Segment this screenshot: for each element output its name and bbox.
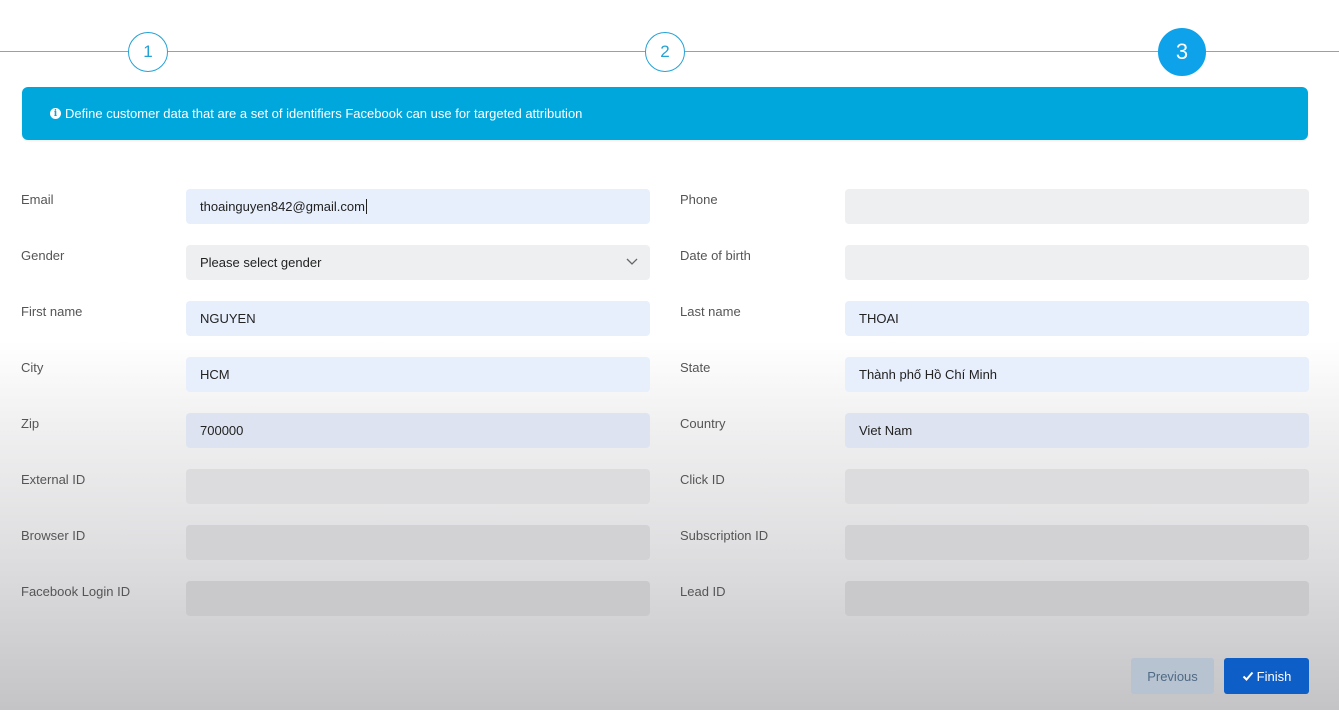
facebook-login-id-field[interactable] bbox=[186, 581, 650, 616]
previous-button[interactable]: Previous bbox=[1131, 658, 1214, 694]
state-label: State bbox=[680, 360, 711, 375]
zip-value: 700000 bbox=[200, 423, 244, 438]
email-value: thoainguyen842@gmail.com bbox=[200, 199, 365, 214]
step-1[interactable]: 1 bbox=[128, 32, 168, 72]
email-field[interactable]: thoainguyen842@gmail.com bbox=[186, 189, 650, 224]
subscription-id-field[interactable] bbox=[845, 525, 1309, 560]
finish-button-label: Finish bbox=[1256, 668, 1292, 684]
wizard-stepper: 1 2 3 bbox=[0, 0, 1339, 80]
city-label: City bbox=[21, 360, 44, 375]
click-id-label: Click ID bbox=[680, 472, 725, 487]
lead-id-field[interactable] bbox=[845, 581, 1309, 616]
external-id-field[interactable] bbox=[186, 469, 650, 504]
last-name-value: THOAI bbox=[859, 311, 899, 326]
step-2[interactable]: 2 bbox=[645, 32, 685, 72]
facebook-login-id-label: Facebook Login ID bbox=[21, 584, 131, 599]
gender-label: Gender bbox=[21, 248, 65, 263]
first-name-value: NGUYEN bbox=[200, 311, 256, 326]
state-field[interactable]: Thành phố Hồ Chí Minh bbox=[845, 357, 1309, 392]
previous-button-label: Previous bbox=[1147, 668, 1198, 684]
check-icon bbox=[1242, 671, 1253, 681]
info-circle-icon: i bbox=[50, 108, 61, 119]
email-label: Email bbox=[21, 192, 54, 207]
first-name-label: First name bbox=[21, 304, 83, 319]
date-of-birth-label: Date of birth bbox=[680, 248, 751, 263]
alert-text: Define customer data that are a set of i… bbox=[65, 106, 583, 121]
click-id-field[interactable] bbox=[845, 469, 1309, 504]
text-cursor bbox=[365, 199, 367, 214]
zip-label: Zip bbox=[21, 416, 40, 431]
country-field[interactable]: Viet Nam bbox=[845, 413, 1309, 448]
phone-label: Phone bbox=[680, 192, 718, 207]
zip-field[interactable]: 700000 bbox=[186, 413, 650, 448]
last-name-field[interactable]: THOAI bbox=[845, 301, 1309, 336]
city-value: HCM bbox=[200, 367, 230, 382]
subscription-id-label: Subscription ID bbox=[680, 528, 769, 543]
city-field[interactable]: HCM bbox=[186, 357, 650, 392]
country-value: Viet Nam bbox=[859, 423, 913, 438]
state-value: Thành phố Hồ Chí Minh bbox=[859, 367, 998, 382]
gender-select[interactable]: Please select gender bbox=[186, 245, 650, 280]
date-of-birth-field[interactable] bbox=[845, 245, 1309, 280]
country-label: Country bbox=[680, 416, 726, 431]
phone-field[interactable] bbox=[845, 189, 1309, 224]
external-id-label: External ID bbox=[21, 472, 86, 487]
finish-button[interactable]: Finish bbox=[1224, 658, 1309, 694]
lead-id-label: Lead ID bbox=[680, 584, 726, 599]
info-alert: i Define customer data that are a set of… bbox=[22, 87, 1308, 140]
last-name-label: Last name bbox=[680, 304, 741, 319]
gender-value: Please select gender bbox=[200, 255, 322, 270]
browser-id-field[interactable] bbox=[186, 525, 650, 560]
step-3-active[interactable]: 3 bbox=[1158, 28, 1206, 76]
first-name-field[interactable]: NGUYEN bbox=[186, 301, 650, 336]
chevron-down-icon bbox=[626, 258, 638, 265]
browser-id-label: Browser ID bbox=[21, 528, 86, 543]
